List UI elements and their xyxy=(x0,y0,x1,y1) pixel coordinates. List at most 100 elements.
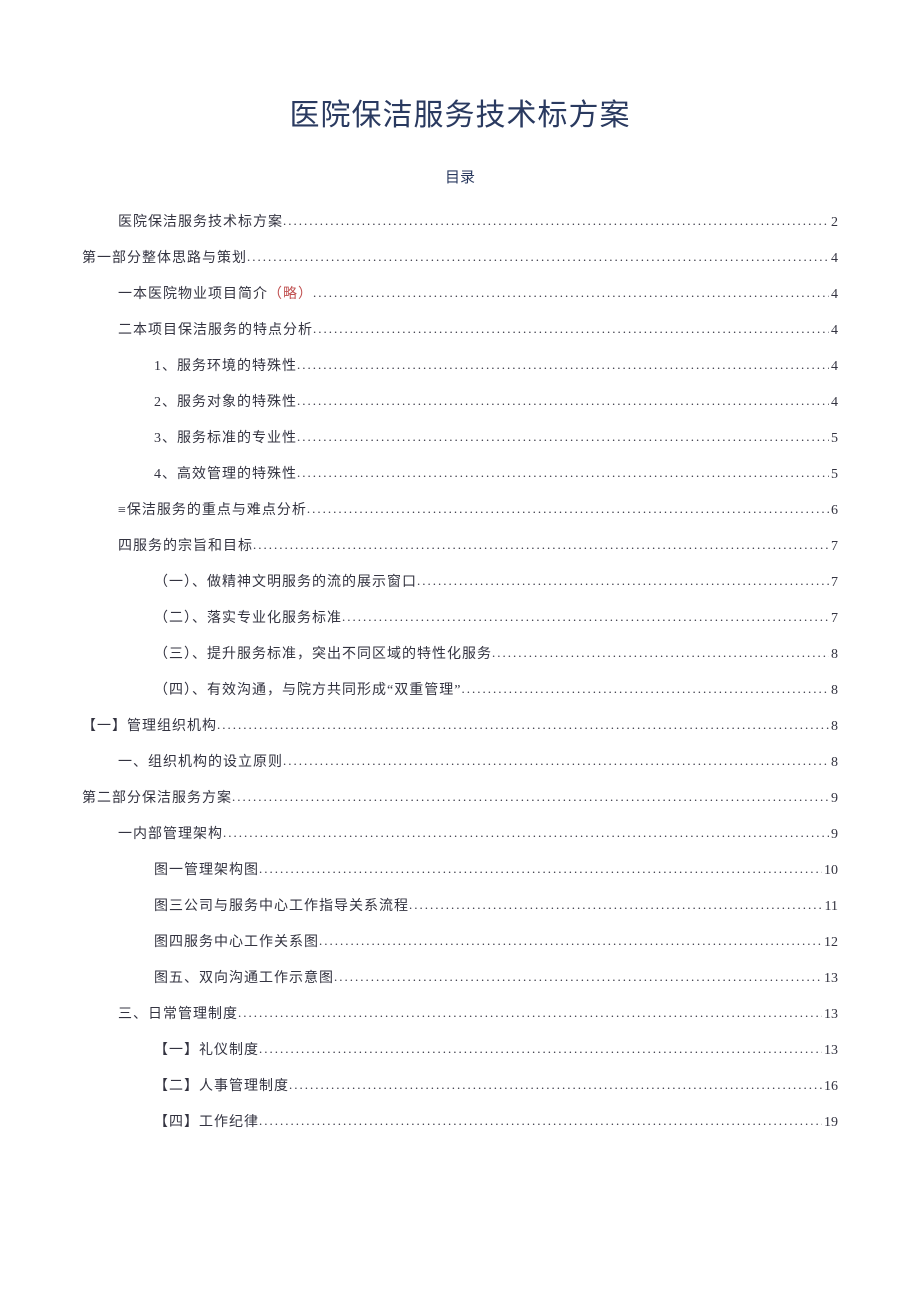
toc-entry-text: 【一】礼仪制度 xyxy=(154,1044,259,1058)
toc-entry-page: 13 xyxy=(822,1008,838,1022)
toc-entry-text: ≡保洁服务的重点与难点分析 xyxy=(118,504,307,518)
toc-entry-page: 5 xyxy=(829,468,838,482)
toc-entry-page: 4 xyxy=(829,360,838,374)
toc-entry-page: 4 xyxy=(829,324,838,338)
toc-leader-dots xyxy=(297,466,829,479)
toc-entry-page: 6 xyxy=(829,504,838,518)
toc-entry-text: 1、服务环境的特殊性 xyxy=(154,360,297,374)
toc-leader-dots xyxy=(289,1078,822,1091)
toc-entry: 1、服务环境的特殊性 4 xyxy=(82,359,838,374)
toc-entry-text: 图五、双向沟通工作示意图 xyxy=(154,972,334,986)
toc-entry-page: 5 xyxy=(829,432,838,446)
toc-leader-dots xyxy=(313,286,829,299)
toc-leader-dots xyxy=(461,682,829,695)
toc-entry-text: 一、组织机构的设立原则 xyxy=(118,756,283,770)
toc-entry: 3、服务标准的专业性 5 xyxy=(82,431,838,446)
toc-entry-page: 4 xyxy=(829,288,838,302)
toc-leader-dots xyxy=(319,934,822,947)
toc-entry-page: 19 xyxy=(822,1116,838,1130)
toc-entry-text: 【二】人事管理制度 xyxy=(154,1080,289,1094)
toc-leader-dots xyxy=(259,862,822,875)
toc-entry-page: 7 xyxy=(829,576,838,590)
toc-leader-dots xyxy=(283,754,829,767)
toc-entry-text: 3、服务标准的专业性 xyxy=(154,432,297,446)
toc-leader-dots xyxy=(247,250,829,263)
toc-entry-page: 4 xyxy=(829,396,838,410)
toc-entry: 图三公司与服务中心工作指导关系流程 11 xyxy=(82,899,838,914)
toc-leader-dots xyxy=(297,430,829,443)
toc-entry-page: 8 xyxy=(829,756,838,770)
toc-entry: 2、服务对象的特殊性 4 xyxy=(82,395,838,410)
toc-entry-text: 【四】工作纪律 xyxy=(154,1116,259,1130)
toc-leader-dots xyxy=(259,1114,822,1127)
toc-entry: 三、日常管理制度 13 xyxy=(82,1007,838,1022)
table-of-contents: 医院保洁服务技术标方案2第一部分整体思路与策划4一本医院物业项目简介（略）4二本… xyxy=(82,215,838,1130)
toc-leader-dots xyxy=(409,898,823,911)
toc-entry-page: 10 xyxy=(822,864,838,878)
toc-entry: ≡保洁服务的重点与难点分析 6 xyxy=(82,503,838,518)
toc-heading: 目录 xyxy=(82,166,838,187)
toc-leader-dots xyxy=(283,214,829,227)
toc-entry: （一）、做精神文明服务的流的展示窗口 7 xyxy=(82,575,838,590)
toc-entry: （四）、有效沟通，与院方共同形成“双重管理” 8 xyxy=(82,683,838,698)
toc-entry-page: 12 xyxy=(822,936,838,950)
toc-entry-text: 4、高效管理的特殊性 xyxy=(154,468,297,482)
toc-leader-dots xyxy=(417,574,829,587)
toc-leader-dots xyxy=(217,718,829,731)
toc-leader-dots xyxy=(313,322,829,335)
toc-entry-text: 图一管理架构图 xyxy=(154,864,259,878)
toc-entry-text: 二本项目保洁服务的特点分析 xyxy=(118,324,313,338)
toc-entry-text: 医院保洁服务技术标方案 xyxy=(118,216,283,230)
toc-entry: 第一部分整体思路与策划4 xyxy=(82,251,838,266)
toc-entry: 【一】管理组织机构 8 xyxy=(82,719,838,734)
toc-entry-page: 8 xyxy=(829,684,838,698)
toc-entry-text: 【一】管理组织机构 xyxy=(82,720,217,734)
toc-leader-dots xyxy=(492,646,829,659)
toc-leader-dots xyxy=(223,826,829,839)
toc-entry: 一本医院物业项目简介（略）4 xyxy=(82,287,838,302)
toc-entry-page: 7 xyxy=(829,540,838,554)
toc-entry: 二本项目保洁服务的特点分析 4 xyxy=(82,323,838,338)
toc-leader-dots xyxy=(307,502,829,515)
toc-leader-dots xyxy=(259,1042,822,1055)
toc-entry-text: 图三公司与服务中心工作指导关系流程 xyxy=(154,900,409,914)
toc-entry: 【二】人事管理制度 16 xyxy=(82,1079,838,1094)
toc-entry-page: 8 xyxy=(829,648,838,662)
toc-leader-dots xyxy=(297,358,829,371)
toc-leader-dots xyxy=(238,1006,822,1019)
toc-entry-page: 9 xyxy=(829,792,838,806)
toc-entry: （二）、落实专业化服务标准 7 xyxy=(82,611,838,626)
toc-entry: 四服务的宗旨和目标 7 xyxy=(82,539,838,554)
toc-entry: 图四服务中心工作关系图 12 xyxy=(82,935,838,950)
toc-entry-note: （略） xyxy=(268,287,313,302)
toc-leader-dots xyxy=(297,394,829,407)
toc-entry-text: 第一部分整体思路与策划 xyxy=(82,252,247,266)
toc-entry: （三）、提升服务标准，突出不同区域的特性化服务 8 xyxy=(82,647,838,662)
toc-entry-page: 16 xyxy=(822,1080,838,1094)
toc-entry-text: （一）、做精神文明服务的流的展示窗口 xyxy=(154,576,417,590)
document-title: 医院保洁服务技术标方案 xyxy=(82,90,838,134)
toc-entry: 【四】工作纪律 19 xyxy=(82,1115,838,1130)
toc-entry-page: 13 xyxy=(822,1044,838,1058)
toc-entry-text: 三、日常管理制度 xyxy=(118,1008,238,1022)
toc-leader-dots xyxy=(232,790,829,803)
toc-entry-text: （三）、提升服务标准，突出不同区域的特性化服务 xyxy=(154,648,492,662)
toc-entry: 第二部分保洁服务方案 9 xyxy=(82,791,838,806)
toc-entry-page: 2 xyxy=(829,216,838,230)
toc-leader-dots xyxy=(342,610,829,623)
toc-entry-text: （四）、有效沟通，与院方共同形成“双重管理” xyxy=(154,684,461,698)
toc-entry: 图一管理架构图 10 xyxy=(82,863,838,878)
toc-entry-page: 11 xyxy=(823,900,838,914)
toc-entry-page: 13 xyxy=(822,972,838,986)
toc-leader-dots xyxy=(253,538,829,551)
toc-entry-text: 第二部分保洁服务方案 xyxy=(82,792,232,806)
toc-entry: 一、组织机构的设立原则 8 xyxy=(82,755,838,770)
toc-entry: 一内部管理架构9 xyxy=(82,827,838,842)
toc-entry: 4、高效管理的特殊性 5 xyxy=(82,467,838,482)
toc-entry-page: 8 xyxy=(829,720,838,734)
toc-entry-text: 四服务的宗旨和目标 xyxy=(118,540,253,554)
toc-entry-text: （二）、落实专业化服务标准 xyxy=(154,612,342,626)
toc-leader-dots xyxy=(334,970,822,983)
toc-entry-text: 图四服务中心工作关系图 xyxy=(154,936,319,950)
document-page: 医院保洁服务技术标方案 目录 医院保洁服务技术标方案2第一部分整体思路与策划4一… xyxy=(0,0,920,1211)
